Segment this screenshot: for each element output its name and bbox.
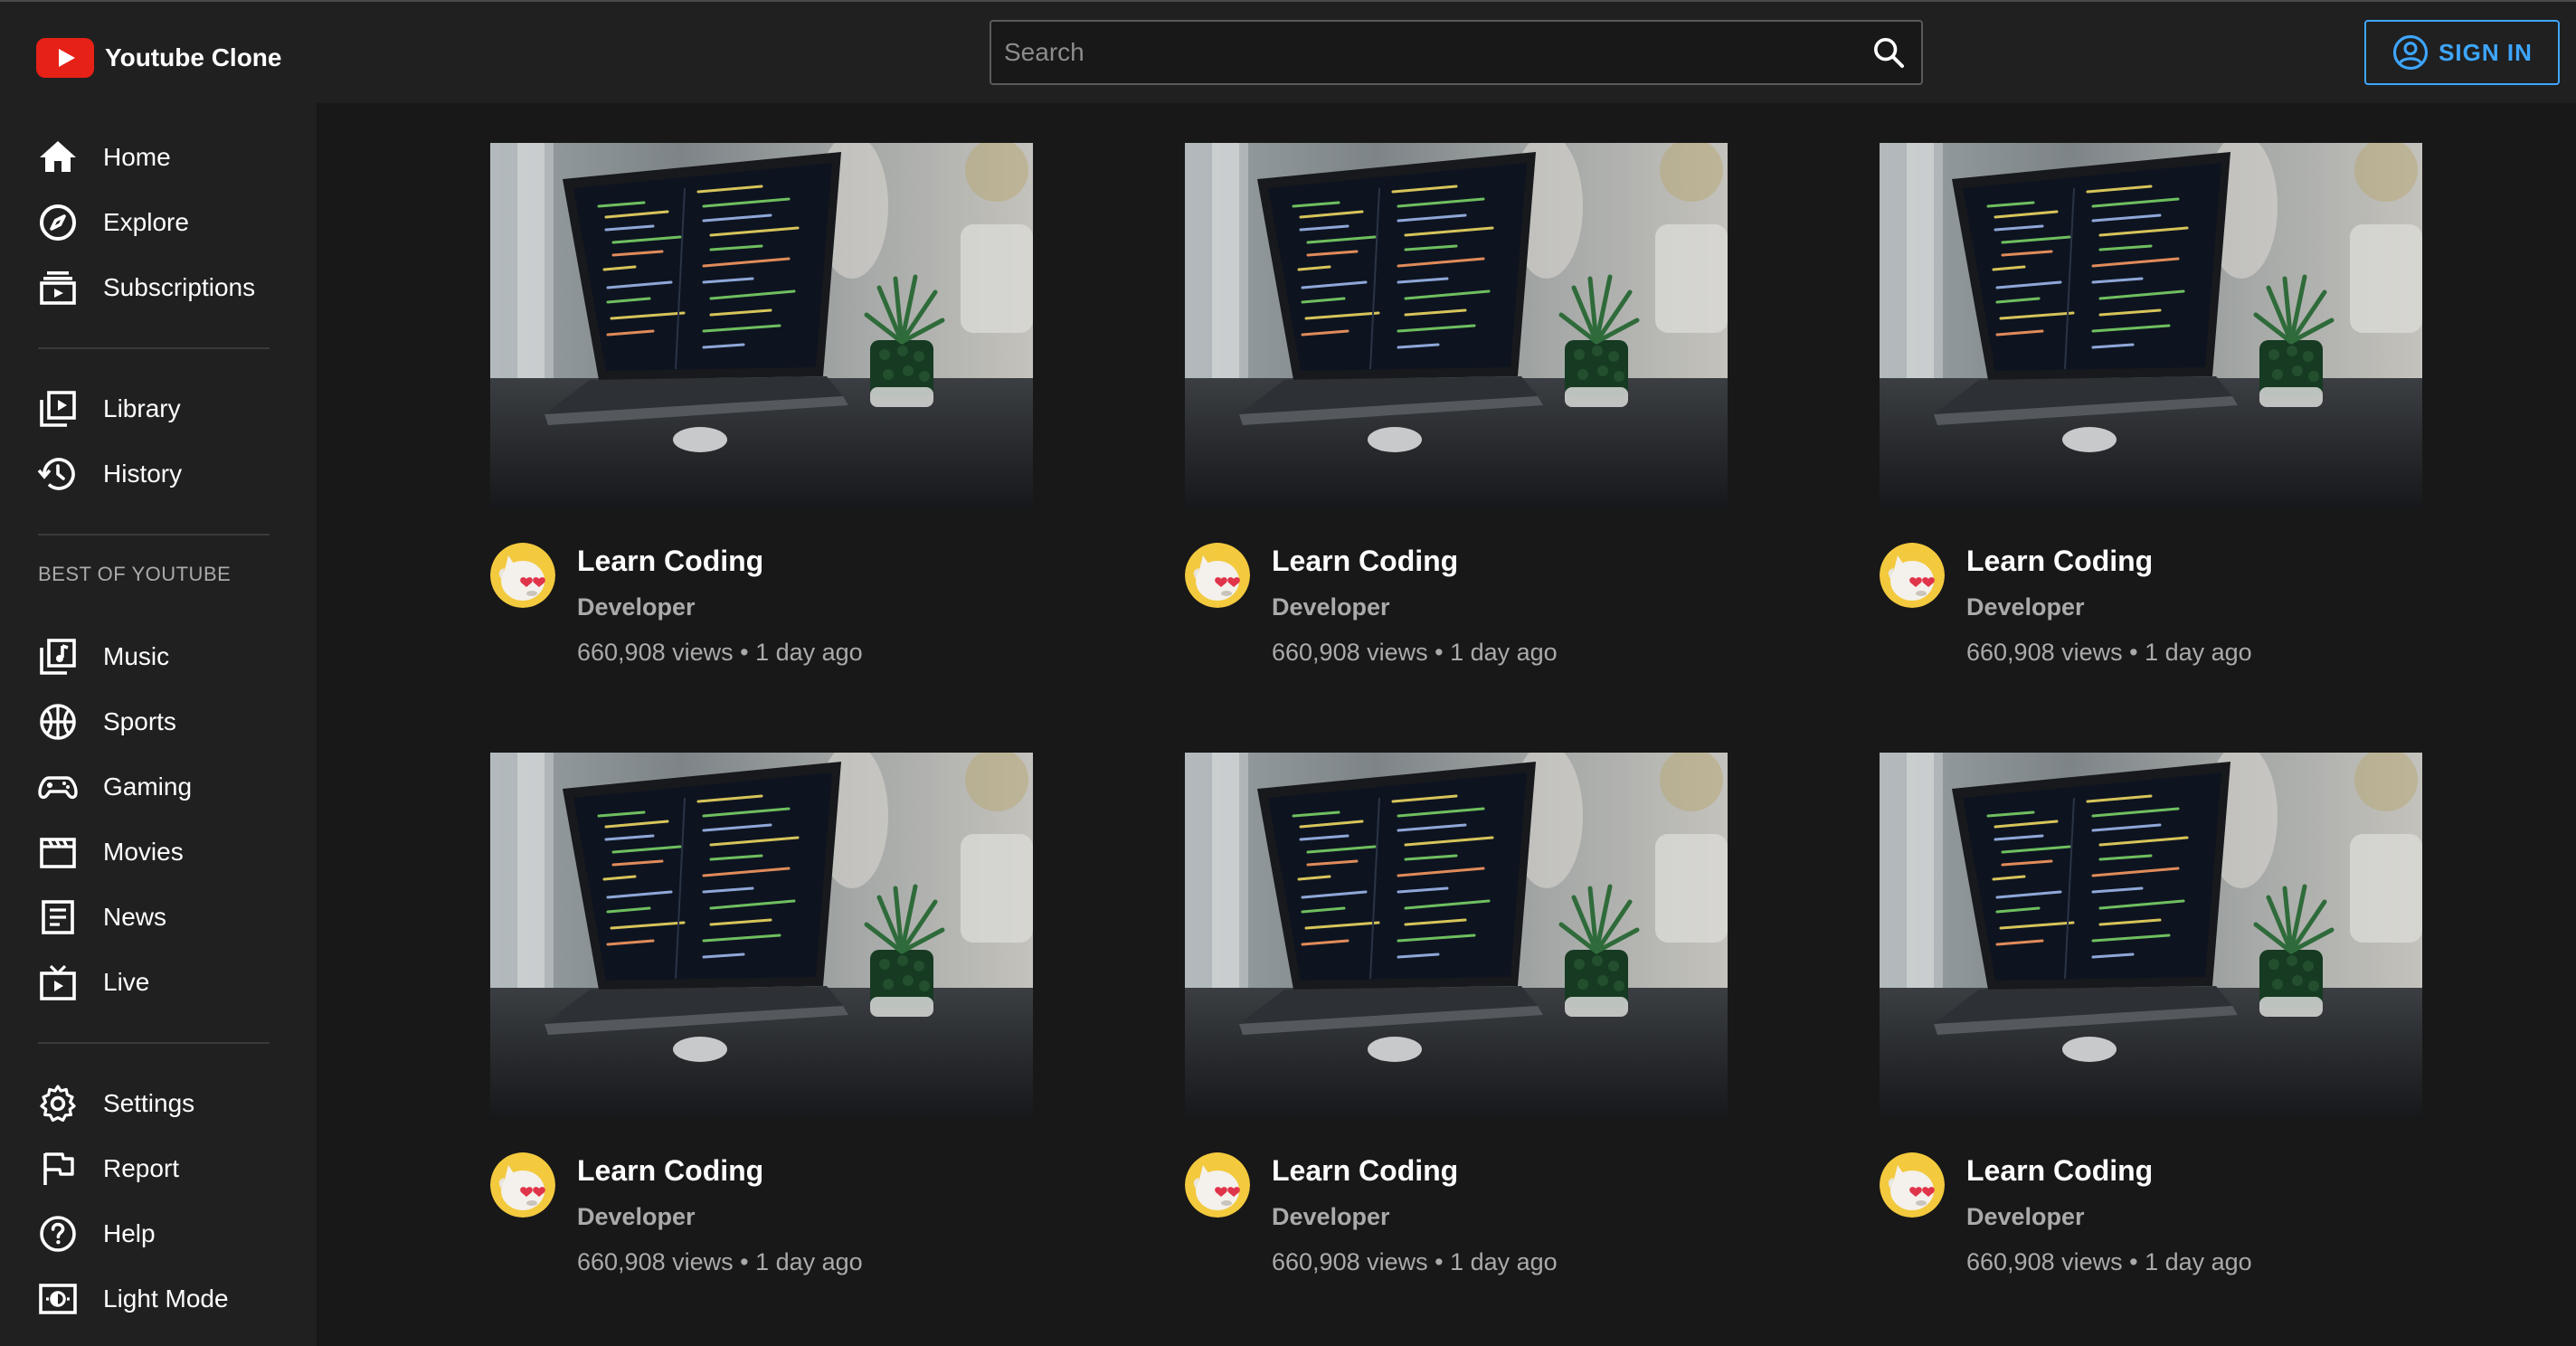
search-icon <box>1874 38 1904 68</box>
sidebar-item-subscriptions[interactable]: Subscriptions <box>36 266 255 309</box>
sports-icon <box>40 704 76 740</box>
channel-avatar[interactable] <box>1880 1152 1945 1218</box>
top-bar: Youtube Clone SIGN IN <box>0 2 2576 103</box>
sidebar-item-home[interactable]: Home <box>36 136 171 179</box>
video-thumbnail[interactable] <box>1880 143 2422 508</box>
video-title[interactable]: Learn Coding <box>1966 545 2153 578</box>
channel-name[interactable]: Developer <box>577 1203 696 1231</box>
sidebar-item-label: Home <box>103 143 171 171</box>
sidebar-divider <box>38 347 270 349</box>
sidebar-divider <box>38 1042 270 1044</box>
video-card[interactable]: Learn Coding Developer 660,908 views • 1… <box>490 753 1033 1295</box>
video-title[interactable]: Learn Coding <box>1966 1154 2153 1188</box>
sidebar-item-movies[interactable]: Movies <box>36 830 184 874</box>
account-circle-icon <box>2393 34 2429 71</box>
gear-icon <box>40 1085 76 1122</box>
sidebar-item-label: Music <box>103 642 170 670</box>
channel-avatar[interactable] <box>1880 543 1945 608</box>
channel-name[interactable]: Developer <box>1966 593 2085 621</box>
sidebar-item-music[interactable]: Music <box>36 635 169 678</box>
video-meta: 660,908 views • 1 day ago <box>577 1248 863 1275</box>
sidebar-item-label: News <box>103 903 167 931</box>
sidebar-item-gaming[interactable]: Gaming <box>36 765 192 809</box>
search-input[interactable] <box>1004 22 1836 83</box>
search-button[interactable] <box>1870 34 1907 71</box>
sidebar-item-label: Live <box>103 968 150 996</box>
sidebar-item-label: Sports <box>103 707 176 735</box>
sidebar-item-label: Settings <box>103 1089 195 1117</box>
sidebar-item-report[interactable]: Report <box>36 1147 179 1190</box>
app-logo[interactable]: Youtube Clone <box>36 38 281 78</box>
sidebar-item-explore[interactable]: Explore <box>36 201 189 244</box>
video-title[interactable]: Learn Coding <box>1272 545 1458 578</box>
youtube-logo-icon <box>36 38 94 78</box>
music-icon <box>40 639 76 675</box>
video-meta: 660,908 views • 1 day ago <box>1272 639 1558 666</box>
sidebar-item-live[interactable]: Live <box>36 961 149 1004</box>
sidebar-item-settings[interactable]: Settings <box>36 1082 194 1125</box>
video-meta: 660,908 views • 1 day ago <box>1966 1248 2252 1275</box>
gaming-icon <box>38 776 78 800</box>
sidebar-item-help[interactable]: Help <box>36 1212 156 1256</box>
channel-name[interactable]: Developer <box>577 593 696 621</box>
sidebar-item-light-mode[interactable]: Light Mode <box>36 1277 229 1321</box>
channel-name[interactable]: Developer <box>1272 593 1390 621</box>
search-bar <box>990 20 1923 85</box>
video-card[interactable]: Learn Coding Developer 660,908 views • 1… <box>490 143 1033 686</box>
video-thumbnail[interactable] <box>1185 753 1728 1118</box>
channel-name[interactable]: Developer <box>1272 1203 1390 1231</box>
sidebar-item-news[interactable]: News <box>36 896 166 939</box>
video-card[interactable]: Learn Coding Developer 660,908 views • 1… <box>1185 143 1728 686</box>
subscriptions-icon <box>40 271 76 305</box>
video-thumbnail[interactable] <box>1880 753 2422 1118</box>
section-title-best-of-youtube: BEST OF YOUTUBE <box>38 563 232 585</box>
sidebar: Home Explore Subscriptions Library Histo… <box>0 103 317 1346</box>
sign-in-label: SIGN IN <box>2439 38 2533 66</box>
video-card[interactable]: Learn Coding Developer 660,908 views • 1… <box>1880 753 2422 1295</box>
sidebar-item-label: Report <box>103 1154 180 1182</box>
channel-avatar[interactable] <box>490 543 555 608</box>
channel-avatar[interactable] <box>1185 543 1250 608</box>
video-thumbnail[interactable] <box>1185 143 1728 508</box>
history-icon <box>37 458 75 490</box>
sidebar-item-label: History <box>103 460 183 488</box>
sidebar-item-label: Gaming <box>103 773 193 801</box>
sidebar-item-label: Light Mode <box>103 1284 229 1313</box>
sidebar-divider <box>38 534 270 536</box>
channel-avatar[interactable] <box>490 1152 555 1218</box>
news-icon <box>42 900 74 934</box>
video-thumbnail[interactable] <box>490 753 1033 1118</box>
video-card[interactable]: Learn Coding Developer 660,908 views • 1… <box>1185 753 1728 1295</box>
sidebar-item-label: Movies <box>103 838 184 866</box>
sidebar-item-sports[interactable]: Sports <box>36 700 176 744</box>
video-meta: 660,908 views • 1 day ago <box>577 639 863 666</box>
sidebar-item-label: Subscriptions <box>103 273 256 301</box>
light-mode-icon <box>39 1284 77 1314</box>
video-title[interactable]: Learn Coding <box>577 1154 763 1188</box>
video-title[interactable]: Learn Coding <box>577 545 763 578</box>
video-title[interactable]: Learn Coding <box>1272 1154 1458 1188</box>
channel-avatar[interactable] <box>1185 1152 1250 1218</box>
sidebar-item-history[interactable]: History <box>36 452 182 496</box>
sidebar-item-label: Explore <box>103 208 189 236</box>
sidebar-item-label: Help <box>103 1219 156 1247</box>
sign-in-button[interactable]: SIGN IN <box>2364 20 2560 85</box>
video-thumbnail[interactable] <box>490 143 1033 508</box>
sidebar-item-library[interactable]: Library <box>36 387 181 431</box>
library-icon <box>40 391 76 427</box>
app-name: Youtube Clone <box>105 43 282 71</box>
home-icon <box>40 141 76 172</box>
help-icon <box>40 1216 76 1252</box>
video-meta: 660,908 views • 1 day ago <box>1966 639 2252 666</box>
flag-icon <box>43 1152 74 1185</box>
video-meta: 660,908 views • 1 day ago <box>1272 1248 1558 1275</box>
live-icon <box>40 964 76 1000</box>
video-card[interactable]: Learn Coding Developer 660,908 views • 1… <box>1880 143 2422 686</box>
sidebar-item-label: Library <box>103 394 181 422</box>
channel-name[interactable]: Developer <box>1966 1203 2085 1231</box>
movies-icon <box>40 838 76 868</box>
compass-icon <box>40 204 76 241</box>
